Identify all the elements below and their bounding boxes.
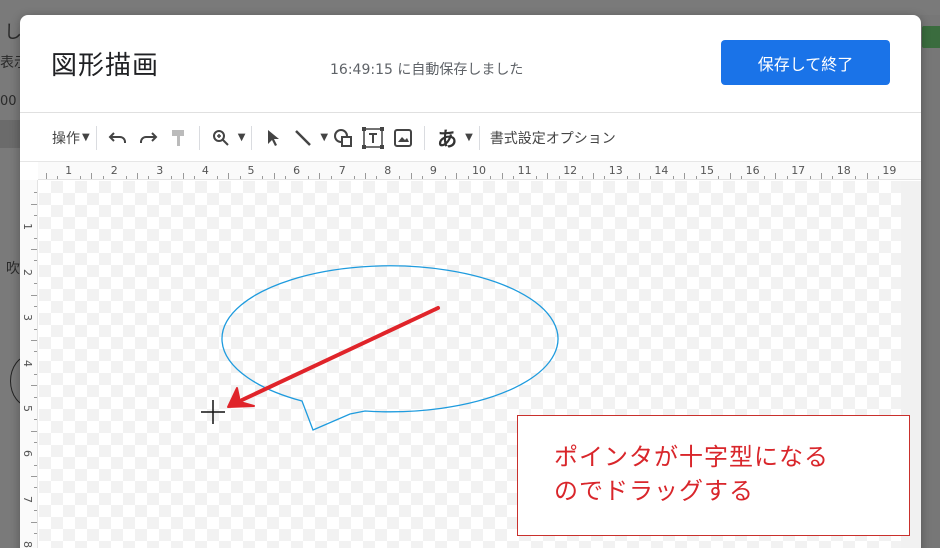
instruction-annotation: ポインタが十字型になる のでドラッグする bbox=[517, 415, 910, 536]
red-arrow bbox=[227, 306, 440, 408]
annotation-line-1: ポインタが十字型になる bbox=[554, 443, 829, 471]
annotation-line-2: のでドラッグする bbox=[554, 477, 754, 505]
crosshair-cursor-icon bbox=[201, 400, 225, 424]
speech-bubble-outline bbox=[221, 265, 559, 431]
speech-bubble-shape[interactable] bbox=[221, 265, 559, 431]
